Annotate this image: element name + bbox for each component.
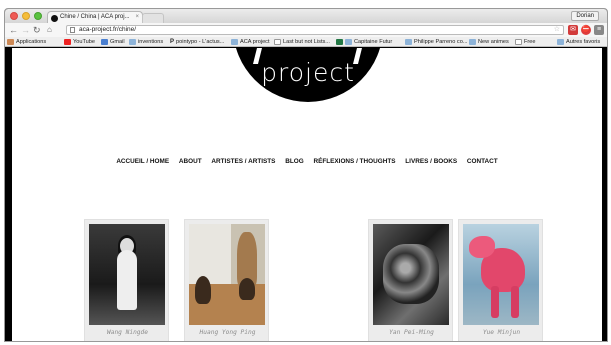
site-logo[interactable]: project xyxy=(233,48,383,102)
artist-photo[interactable] xyxy=(189,224,265,325)
artist-name[interactable]: Yan Pei-Ming xyxy=(369,329,454,336)
title-bar: Chine / China | ACA proj... × Dorian xyxy=(5,9,607,23)
folder-icon xyxy=(345,39,352,45)
page-icon xyxy=(515,39,522,45)
artist-photo[interactable] xyxy=(373,224,449,325)
extension-adblock-icon[interactable]: ⛔ xyxy=(581,25,591,35)
artist-photo[interactable] xyxy=(89,224,165,325)
nav-item-blog[interactable]: BLOG xyxy=(285,158,303,165)
minimize-window-button[interactable] xyxy=(22,12,30,20)
p-icon: P xyxy=(170,39,175,45)
page-icon xyxy=(70,27,75,33)
main-navigation: ACCUEIL / HOME ABOUT ARTISTES / ARTISTS … xyxy=(12,158,602,165)
folder-icon xyxy=(231,39,238,45)
folder-icon xyxy=(469,39,476,45)
page-icon xyxy=(274,39,281,45)
nav-item-about[interactable]: ABOUT xyxy=(179,158,202,165)
folder-icon xyxy=(405,39,412,45)
browser-tab-active[interactable]: Chine / China | ACA proj... × xyxy=(47,11,143,23)
profile-button[interactable]: Dorian xyxy=(571,11,599,21)
apps-icon xyxy=(7,39,14,45)
menu-icon[interactable]: ≡ xyxy=(594,25,604,35)
bookmarks-bar: Applications YouTube Gmail inventions Pp… xyxy=(5,37,607,47)
web-page: project ACCUEIL / HOME ABOUT ARTISTES / … xyxy=(12,48,602,341)
back-arrow-icon[interactable]: ← xyxy=(9,24,18,36)
bookmark-youtube[interactable]: YouTube xyxy=(64,38,95,46)
logo-text: project xyxy=(261,58,355,87)
bookmark-star-icon[interactable]: ☆ xyxy=(554,26,560,34)
bookmark-last-but-not-lists[interactable]: Last but not Lists... xyxy=(274,38,330,46)
nav-item-books[interactable]: LIVRES / BOOKS xyxy=(405,158,457,165)
bookmark-pointypo[interactable]: Ppointypo - L'actus... xyxy=(170,38,224,46)
reload-icon[interactable]: ↻ xyxy=(33,24,41,36)
nav-item-artists[interactable]: ARTISTES / ARTISTS xyxy=(211,158,275,165)
folder-icon xyxy=(129,39,136,45)
nav-item-home[interactable]: ACCUEIL / HOME xyxy=(116,158,169,165)
bookmark-new-animes[interactable]: New animes xyxy=(469,38,509,46)
artist-card[interactable]: Yan Pei-Ming xyxy=(368,219,454,341)
bookmark-applications[interactable]: Applications xyxy=(7,38,46,46)
browser-toolbar: ← → ↻ ⌂ aca-project.fr/chine/ ☆ ✉ ⛔ ≡ xyxy=(5,23,607,37)
bookmark-other-favorites[interactable]: Autres favoris xyxy=(557,38,600,46)
artist-card[interactable]: Huang Yong Ping xyxy=(184,219,270,341)
site-icon xyxy=(336,39,343,45)
browser-window: Chine / China | ACA proj... × Dorian ← →… xyxy=(4,8,608,342)
youtube-icon xyxy=(64,39,71,45)
artist-name[interactable]: Huang Yong Ping xyxy=(185,329,270,336)
url-text: aca-project.fr/chine/ xyxy=(79,26,137,33)
bookmark-capitaine-futur[interactable]: Capitaine Futur xyxy=(336,38,392,46)
maximize-window-button[interactable] xyxy=(34,12,42,20)
nav-item-thoughts[interactable]: RÉFLEXIONS / THOUGHTS xyxy=(313,158,395,165)
bookmark-aca-project[interactable]: ACA project xyxy=(231,38,270,46)
home-icon[interactable]: ⌂ xyxy=(47,24,52,36)
site-favicon-icon xyxy=(51,15,58,22)
extension-mail-icon[interactable]: ✉ xyxy=(568,25,578,35)
bookmark-philippe-parreno[interactable]: Philippe Parreno co... xyxy=(405,38,467,46)
address-bar[interactable]: aca-project.fr/chine/ ☆ xyxy=(66,25,564,35)
bookmark-gmail[interactable]: Gmail xyxy=(101,38,125,46)
bookmark-free[interactable]: Free xyxy=(515,38,536,46)
nav-item-contact[interactable]: CONTACT xyxy=(467,158,498,165)
tab-close-icon[interactable]: × xyxy=(135,14,139,20)
artist-name[interactable]: Yue Minjun xyxy=(459,329,544,336)
new-tab-button[interactable] xyxy=(142,13,164,23)
bookmark-inventions[interactable]: inventions xyxy=(129,38,163,46)
artist-name[interactable]: Wang Ningde xyxy=(85,329,170,336)
artist-card[interactable]: Yue Minjun xyxy=(458,219,544,341)
forward-arrow-icon[interactable]: → xyxy=(21,24,30,36)
gmail-icon xyxy=(101,39,108,45)
artist-photo[interactable] xyxy=(463,224,539,325)
close-window-button[interactable] xyxy=(10,12,18,20)
folder-icon xyxy=(557,39,564,45)
artist-card[interactable]: Wang Ningde xyxy=(84,219,170,341)
tab-title: Chine / China | ACA proj... xyxy=(60,14,130,20)
